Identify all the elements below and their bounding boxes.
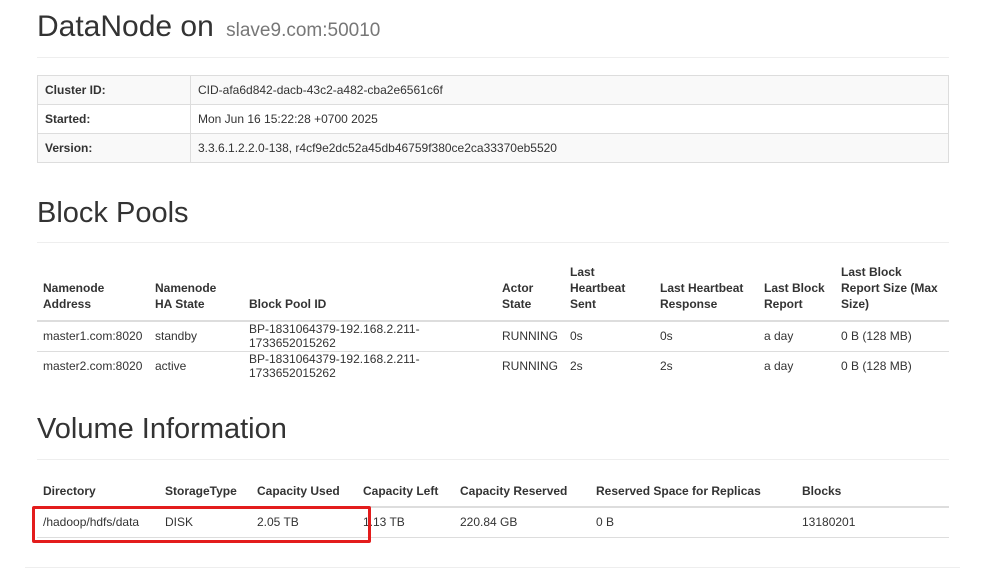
column-header: Last Block Report Size (Max Size): [835, 263, 949, 322]
column-header: Capacity Left: [357, 475, 454, 508]
block-pool-id: BP-1831064379-192.168.2.211-173365201526…: [243, 320, 496, 351]
volume-info-title: Volume Information: [37, 413, 287, 445]
main-container: DataNode on slave9.com:50010 Cluster ID:…: [37, 0, 949, 538]
column-header: Last Block Report: [758, 263, 835, 322]
column-header: Last Heartbeat Sent: [564, 263, 654, 322]
last-heartbeat-response: 0s: [654, 320, 758, 351]
overview-value: 3.3.6.1.2.2.0-138, r4cf9e2dc52a45db46759…: [190, 133, 949, 163]
namenode-ha-state: active: [149, 350, 243, 381]
overview-row-cluster-id: Cluster ID: CID-afa6d842-dacb-43c2-a482-…: [37, 75, 949, 105]
overview-row-started: Started: Mon Jun 16 15:22:28 +0700 2025: [37, 104, 949, 134]
page-title-text: DataNode on: [37, 10, 214, 43]
page-title: DataNode on slave9.com:50010: [37, 9, 949, 49]
last-block-report-size: 0 B (128 MB): [835, 320, 949, 351]
actor-state: RUNNING: [496, 320, 564, 351]
column-header: Capacity Reserved: [454, 475, 590, 508]
volume-info-table: Directory StorageType Capacity Used Capa…: [37, 475, 949, 538]
column-header: Directory: [37, 475, 159, 508]
volume-capacity-reserved: 220.84 GB: [454, 507, 590, 538]
overview-row-version: Version: 3.3.6.1.2.2.0-138, r4cf9e2dc52a…: [37, 133, 949, 163]
volume-directory: /hadoop/hdfs/data: [37, 507, 159, 538]
column-header: Reserved Space for Replicas: [590, 475, 796, 508]
overview-table: Cluster ID: CID-afa6d842-dacb-43c2-a482-…: [37, 75, 949, 163]
volume-info-header: Volume Information: [37, 411, 949, 460]
last-block-report: a day: [758, 320, 835, 351]
table-header-row: Directory StorageType Capacity Used Capa…: [37, 475, 949, 508]
namenode-ha-state: standby: [149, 320, 243, 351]
last-heartbeat-response: 2s: [654, 350, 758, 381]
block-pools-title: Block Pools: [37, 197, 189, 229]
block-pools-header: Block Pools: [37, 195, 949, 243]
column-header: Block Pool ID: [243, 263, 496, 322]
table-row: /hadoop/hdfs/data DISK 2.05 TB 1.13 TB 2…: [37, 507, 949, 538]
overview-value: Mon Jun 16 15:22:28 +0700 2025: [190, 104, 949, 134]
volume-reserved-replicas: 0 B: [590, 507, 796, 538]
overview-label: Cluster ID:: [37, 75, 191, 105]
volume-blocks: 13180201: [796, 507, 949, 538]
overview-label: Started:: [37, 104, 191, 134]
volume-storage-type: DISK: [159, 507, 251, 538]
overview-label: Version:: [37, 133, 191, 163]
last-block-report-size: 0 B (128 MB): [835, 350, 949, 381]
block-pool-id: BP-1831064379-192.168.2.211-173365201526…: [243, 350, 496, 381]
actor-state: RUNNING: [496, 350, 564, 381]
column-header: Blocks: [796, 475, 949, 508]
last-block-report: a day: [758, 350, 835, 381]
column-header: Actor State: [496, 263, 564, 322]
datanode-host: slave9.com:50010: [226, 20, 381, 41]
column-header: Capacity Used: [251, 475, 357, 508]
column-header: StorageType: [159, 475, 251, 508]
footer-divider: [25, 567, 960, 568]
column-header: Namenode HA State: [149, 263, 243, 322]
namenode-address: master2.com:8020: [37, 350, 149, 381]
table-header-row: Namenode Address Namenode HA State Block…: [37, 263, 949, 322]
overview-value: CID-afa6d842-dacb-43c2-a482-cba2e6561c6f: [190, 75, 949, 105]
table-row: master2.com:8020 active BP-1831064379-19…: [37, 350, 949, 381]
last-heartbeat-sent: 0s: [564, 320, 654, 351]
column-header: Namenode Address: [37, 263, 149, 322]
datanode-page: DataNode on slave9.com:50010 Cluster ID:…: [0, 0, 999, 576]
last-heartbeat-sent: 2s: [564, 350, 654, 381]
page-header: DataNode on slave9.com:50010: [37, 0, 949, 58]
column-header: Last Heartbeat Response: [654, 263, 758, 322]
block-pools-table: Namenode Address Namenode HA State Block…: [37, 263, 949, 381]
table-row: master1.com:8020 standby BP-1831064379-1…: [37, 320, 949, 351]
volume-capacity-used: 2.05 TB: [251, 507, 357, 538]
volume-capacity-left: 1.13 TB: [357, 507, 454, 538]
namenode-address: master1.com:8020: [37, 320, 149, 351]
